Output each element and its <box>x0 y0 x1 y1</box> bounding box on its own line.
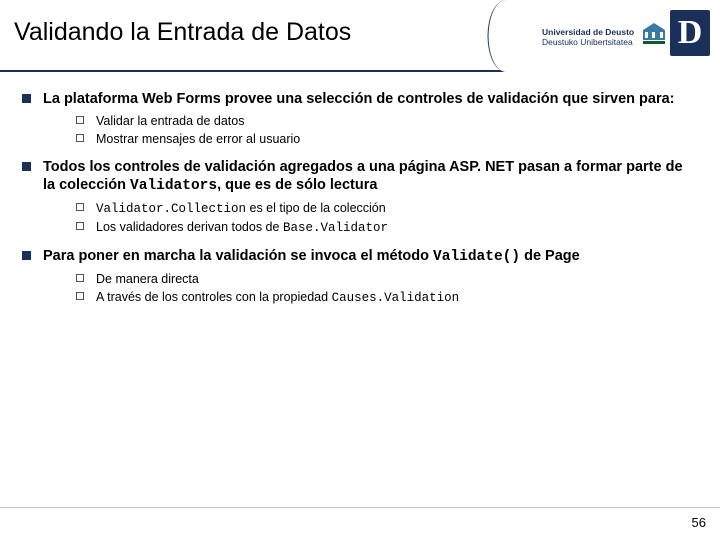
sub-list-item: Validator.Collection es el tipo de la co… <box>76 200 698 218</box>
logo-area: Universidad de Deusto Deustuko Unibertsi… <box>460 0 720 72</box>
sub-bullet-text: Validator.Collection es el tipo de la co… <box>96 200 386 218</box>
bullet-text: Para poner en marcha la validación se in… <box>43 247 580 267</box>
sub-list-item: Validar la entrada de datos <box>76 113 698 130</box>
sub-list-item: De manera directa <box>76 271 698 288</box>
box-bullet-icon <box>76 274 84 282</box>
sub-bullet-text: Mostrar mensajes de error al usuario <box>96 131 300 148</box>
box-bullet-icon <box>76 134 84 142</box>
logo-line2: Deustuko Unibertsitatea <box>542 38 652 48</box>
sub-list: Validar la entrada de datos Mostrar mens… <box>76 113 698 148</box>
sub-bullet-text: Validar la entrada de datos <box>96 113 244 130</box>
square-bullet-icon <box>22 251 31 260</box>
page-number: 56 <box>692 515 706 530</box>
sub-list: Validator.Collection es el tipo de la co… <box>76 200 698 237</box>
box-bullet-icon <box>76 116 84 124</box>
university-logo: Universidad de Deusto Deustuko Unibertsi… <box>641 10 710 56</box>
footer-divider <box>0 507 720 508</box>
logo-text: Universidad de Deusto Deustuko Unibertsi… <box>542 28 652 48</box>
box-bullet-icon <box>76 292 84 300</box>
sub-list-item: Los validadores derivan todos de Base.Va… <box>76 219 698 237</box>
list-item: Todos los controles de validación agrega… <box>22 158 698 197</box>
list-item: La plataforma Web Forms provee una selec… <box>22 90 698 109</box>
box-bullet-icon <box>76 222 84 230</box>
sub-bullet-text: A través de los controles con la propied… <box>96 289 459 307</box>
sub-list: De manera directa A través de los contro… <box>76 271 698 307</box>
sub-list-item: Mostrar mensajes de error al usuario <box>76 131 698 148</box>
square-bullet-icon <box>22 162 31 171</box>
list-item: Para poner en marcha la validación se in… <box>22 247 698 267</box>
logo-letter: D <box>670 10 710 56</box>
box-bullet-icon <box>76 203 84 211</box>
sub-bullet-text: De manera directa <box>96 271 199 288</box>
sub-bullet-text: Los validadores derivan todos de Base.Va… <box>96 219 388 237</box>
slide-header: Validando la Entrada de Datos Universida… <box>0 0 720 72</box>
slide-content: La plataforma Web Forms provee una selec… <box>0 72 720 307</box>
bullet-text: La plataforma Web Forms provee una selec… <box>43 90 674 109</box>
sub-list-item: A través de los controles con la propied… <box>76 289 698 307</box>
slide-title: Validando la Entrada de Datos <box>14 18 351 47</box>
bullet-text: Todos los controles de validación agrega… <box>43 158 698 197</box>
square-bullet-icon <box>22 94 31 103</box>
